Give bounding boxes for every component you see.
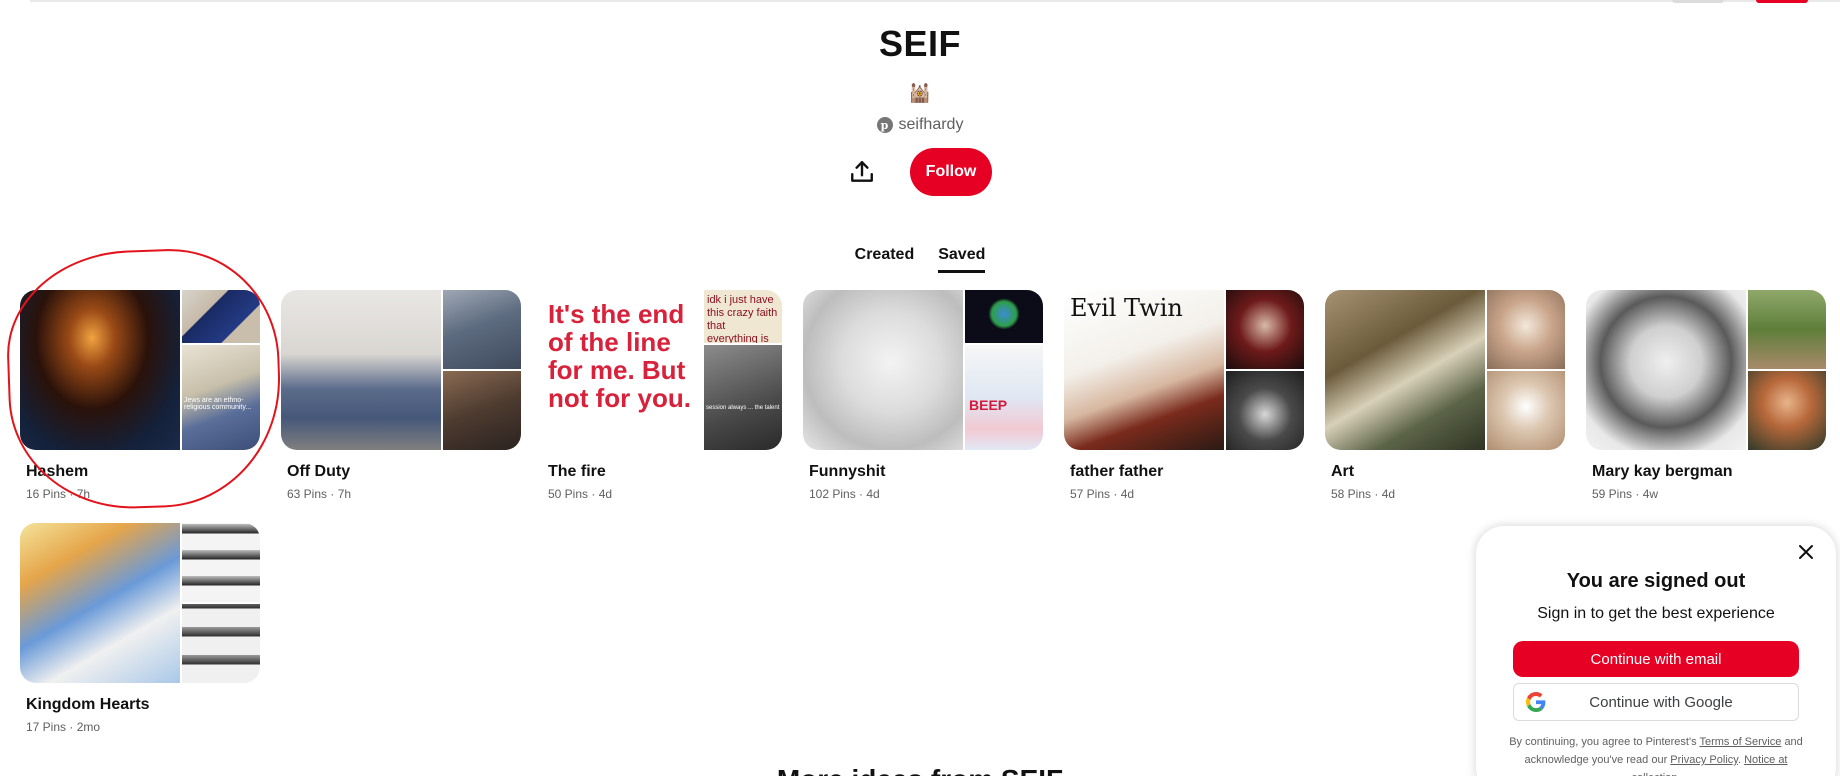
board-card-the-fire[interactable]: It's the end of the line for me. But not… (542, 290, 782, 502)
header-login-button-edge[interactable] (1672, 0, 1724, 3)
board-meta: 102 Pins · 4d (809, 487, 880, 501)
board-card-funnyshit[interactable]: BEEP Funnyshit 102 Pins · 4d (803, 290, 1043, 502)
board-meta: 50 Pins · 4d (548, 487, 613, 501)
thumbnail-text: Jews are an ethno-religious community... (184, 397, 252, 411)
board-cover[interactable]: Jews are an ethno-religious community... (20, 290, 260, 450)
continue-with-google-button[interactable]: Continue with Google (1513, 683, 1799, 721)
board-cover-main-image (20, 290, 180, 450)
share-icon (850, 161, 873, 182)
board-cover-main-image (20, 523, 180, 683)
profile-name: SEIF (878, 23, 961, 64)
board-cover[interactable] (20, 523, 260, 683)
board-cover-main-image (803, 290, 963, 450)
google-logo-icon (1526, 692, 1546, 712)
board-cover-main-image (1586, 290, 1746, 450)
close-icon (1799, 545, 1813, 559)
board-cover-side-image (1748, 371, 1826, 450)
board-card-off-duty[interactable]: Off Duty 63 Pins · 7h (281, 290, 521, 502)
board-title: Hashem (26, 463, 89, 480)
board-cover[interactable] (1586, 290, 1826, 450)
thumbnail-text: session always ... the talent (706, 405, 780, 411)
thumbnail-text: BEEP (969, 397, 1008, 413)
modal-subtitle: Sign in to get the best experience (1537, 605, 1775, 622)
board-cover[interactable]: Evil Twin (1064, 290, 1304, 450)
legal-prefix: By continuing, you agree to Pinterest's (1509, 736, 1697, 748)
legal-period: . (1737, 754, 1742, 766)
board-card-art[interactable]: Art 58 Pins · 4d (1325, 290, 1565, 502)
board-cover-side-image (182, 290, 260, 343)
board-meta: 17 Pins · 2mo (26, 720, 101, 734)
thumbnail-text: It's the end of the line for me. But not… (548, 299, 691, 413)
board-meta: 59 Pins · 4w (1592, 487, 1659, 501)
board-title: Mary kay bergman (1592, 463, 1733, 480)
board-card-mary-kay-bergman[interactable]: Mary kay bergman 59 Pins · 4w (1586, 290, 1826, 502)
board-cover-side-image (1226, 371, 1304, 450)
share-button[interactable] (838, 148, 886, 196)
tab-saved[interactable]: Saved (938, 244, 986, 273)
board-cover-main-image: It's the end of the line for me. But not… (542, 290, 702, 450)
close-button[interactable] (1794, 540, 1818, 564)
profile-handle[interactable]: p seifhardy (876, 116, 964, 134)
board-card-father-father[interactable]: Evil Twin father father 57 Pins · 4d (1064, 290, 1304, 502)
board-cover-side-image (965, 290, 1043, 343)
profile-actions: Follow (0, 148, 1840, 196)
board-meta: 58 Pins · 4d (1331, 487, 1396, 501)
board-cover-side-image: session always ... the talent (704, 345, 782, 450)
board-cover-side-image (182, 523, 260, 602)
board-meta: 16 Pins · 7h (26, 487, 91, 501)
board-cover-side-image: idk i just have this crazy faith that ev… (704, 290, 782, 343)
modal-title: You are signed out (1566, 570, 1746, 592)
board-cover[interactable] (1325, 290, 1565, 450)
board-cover[interactable]: It's the end of the line for me. But not… (542, 290, 782, 450)
board-cover-main-image (1325, 290, 1485, 450)
google-button-label: Continue with Google (1589, 693, 1733, 711)
board-title: The fire (548, 463, 606, 480)
board-meta: 63 Pins · 7h (287, 487, 352, 501)
tab-created[interactable]: Created (855, 244, 915, 273)
board-title: Funnyshit (809, 463, 886, 480)
board-cover-side-image (1748, 290, 1826, 369)
privacy-link[interactable]: Privacy Policy (1670, 754, 1738, 766)
board-title: Kingdom Hearts (26, 696, 150, 713)
header-signup-button-edge[interactable] (1756, 0, 1808, 3)
board-cover[interactable] (281, 290, 521, 450)
board-cover-side-image: BEEP (965, 345, 1043, 450)
profile-header: SEIF 🕍 p seifhardy (0, 20, 1840, 134)
board-card-kingdom-hearts[interactable]: Kingdom Hearts 17 Pins · 2mo (20, 523, 260, 735)
signin-modal: You are signed out Sign in to get the be… (1476, 526, 1836, 776)
continue-with-email-button[interactable]: Continue with email (1513, 641, 1799, 677)
board-title: Art (1331, 463, 1355, 480)
board-cover-side-image (443, 371, 521, 450)
board-cover[interactable]: BEEP (803, 290, 1043, 450)
board-cover-side-image (1487, 371, 1565, 450)
top-header-edge (30, 0, 1840, 2)
profile-handle-text: seifhardy (898, 116, 964, 133)
board-cover-side-image: Jews are an ethno-religious community... (182, 345, 260, 450)
thumbnail-text: Evil Twin (1070, 294, 1183, 322)
terms-link[interactable]: Terms of Service (1699, 736, 1781, 748)
legal-suffix: . (1677, 772, 1680, 776)
board-cover-main-image: Evil Twin (1064, 290, 1224, 450)
board-cover-side-image (182, 604, 260, 683)
pinterest-logo-icon: p (876, 117, 893, 133)
follow-button[interactable]: Follow (909, 148, 993, 196)
board-cover-side-image (1226, 290, 1304, 369)
legal-text: By continuing, you agree to Pinterest's … (1504, 733, 1808, 776)
board-title: Off Duty (287, 463, 351, 480)
profile-bio-emoji: 🕍 (908, 83, 932, 103)
board-title: father father (1070, 463, 1164, 480)
board-meta: 57 Pins · 4d (1070, 487, 1135, 501)
board-cover-side-image (1487, 290, 1565, 369)
board-card-hashem[interactable]: Jews are an ethno-religious community...… (20, 290, 260, 502)
profile-tabs: Created Saved (0, 244, 1840, 273)
board-cover-side-image (443, 290, 521, 369)
board-cover-main-image (281, 290, 441, 450)
thumbnail-text: idk i just have this crazy faith that ev… (707, 294, 778, 343)
